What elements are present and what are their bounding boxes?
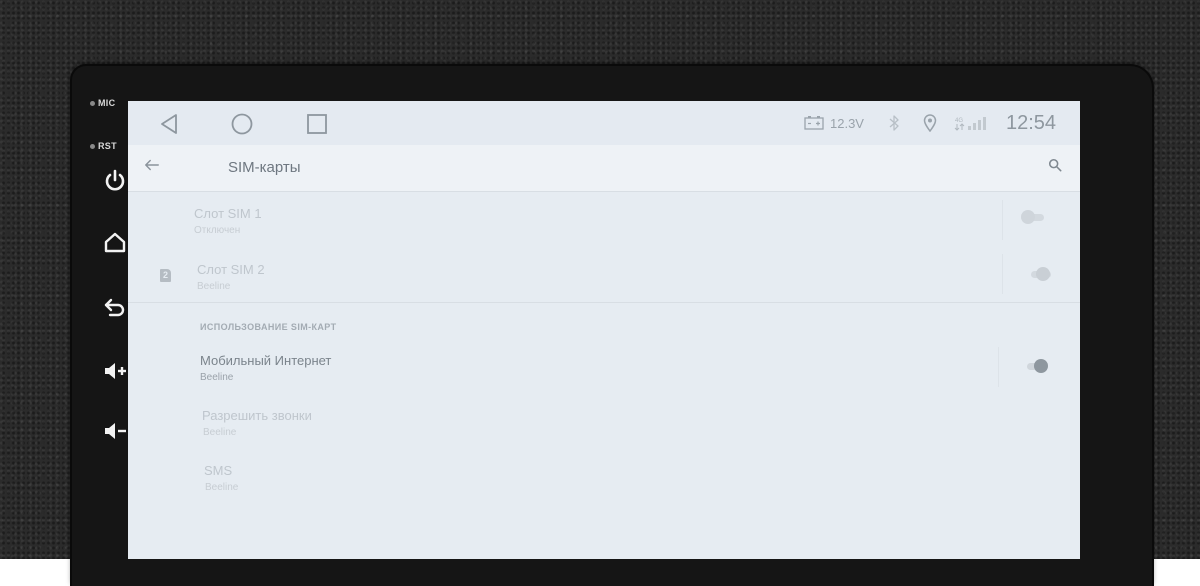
svg-text:4G: 4G	[955, 118, 963, 124]
search-button[interactable]	[1048, 158, 1064, 174]
volume-up-button[interactable]	[102, 358, 128, 384]
appbar-back-button[interactable]	[144, 157, 162, 179]
row-divider	[998, 347, 999, 387]
mobile-data-carrier: Beeline	[200, 372, 234, 383]
sim-slot-1-row[interactable]: Слот SIM 1 Отключен	[128, 192, 1080, 248]
sim-slot-1-title: Слот SIM 1	[194, 206, 262, 221]
row-divider	[1002, 254, 1003, 294]
allow-calls-title: Разрешить звонки	[202, 408, 312, 423]
mobile-data-title: Мобильный Интернет	[200, 353, 332, 368]
signal-icon: 4G	[954, 117, 986, 131]
signal-status: 4G	[954, 101, 988, 145]
sim-slot-2-title: Слот SIM 2	[197, 262, 265, 277]
sim-slot-1-status: Отключен	[194, 225, 241, 236]
home-button[interactable]	[102, 230, 128, 256]
clock: 12:54	[1006, 111, 1057, 134]
volume-down-icon	[105, 423, 126, 439]
home-icon	[104, 232, 126, 253]
rst-label[interactable]: RST	[90, 141, 117, 151]
sms-row[interactable]: SMS Beeline	[128, 453, 1080, 505]
mic-hole-icon	[90, 101, 95, 107]
sim-slot-2-carrier: Beeline	[197, 281, 231, 292]
sms-carrier: Beeline	[205, 482, 239, 493]
location-status	[923, 101, 937, 145]
bluetooth-icon	[889, 115, 899, 131]
status-bar: 12.3V 4G 12:54	[128, 101, 1080, 145]
android-screen: 12.3V 4G 12:54 SIM-карты Слот SIM 1 Откл…	[128, 101, 1080, 559]
nav-recents-button[interactable]	[304, 111, 330, 137]
mobile-data-row[interactable]: Мобильный Интернет Beeline	[128, 341, 1080, 393]
sim-slot-2-toggle[interactable]	[1028, 267, 1054, 281]
voltage-indicator: 12.3V	[804, 101, 864, 145]
section-divider	[128, 302, 1080, 303]
back-icon	[104, 298, 125, 317]
toggle-thumb	[1034, 359, 1048, 373]
volume-up-icon	[105, 363, 126, 379]
toggle-thumb	[1021, 210, 1035, 224]
location-icon	[923, 114, 937, 132]
sim-slot-2-row[interactable]: Слот SIM 2 Beeline	[128, 248, 1080, 302]
reset-hole-icon	[90, 144, 95, 150]
recents-square-icon	[307, 114, 327, 134]
sim-slot-1-toggle[interactable]	[1021, 210, 1047, 224]
page-title: SIM-карты	[228, 159, 301, 176]
back-button[interactable]	[102, 294, 128, 320]
bluetooth-status	[888, 101, 900, 145]
battery-icon	[804, 116, 824, 130]
section-header: ИСПОЛЬЗОВАНИЕ SIM-КАРТ	[200, 322, 337, 332]
nav-home-button[interactable]	[229, 111, 255, 137]
home-circle-icon	[231, 113, 253, 135]
voltage-text: 12.3V	[830, 115, 864, 131]
allow-calls-row[interactable]: Разрешить звонки Beeline	[128, 397, 1080, 449]
volume-down-button[interactable]	[102, 418, 128, 444]
nav-back-button[interactable]	[156, 111, 182, 137]
power-button[interactable]	[102, 168, 128, 194]
mic-label: MIC	[90, 98, 115, 108]
sms-title: SMS	[204, 463, 233, 478]
power-icon	[105, 169, 125, 191]
mobile-data-toggle[interactable]	[1024, 359, 1050, 373]
back-triangle-icon	[161, 114, 177, 134]
arrow-left-icon	[145, 159, 159, 171]
row-divider	[1002, 200, 1003, 240]
allow-calls-carrier: Beeline	[203, 427, 237, 438]
toggle-thumb	[1036, 267, 1050, 281]
app-bar: SIM-карты	[128, 145, 1080, 192]
search-icon	[1048, 158, 1062, 172]
